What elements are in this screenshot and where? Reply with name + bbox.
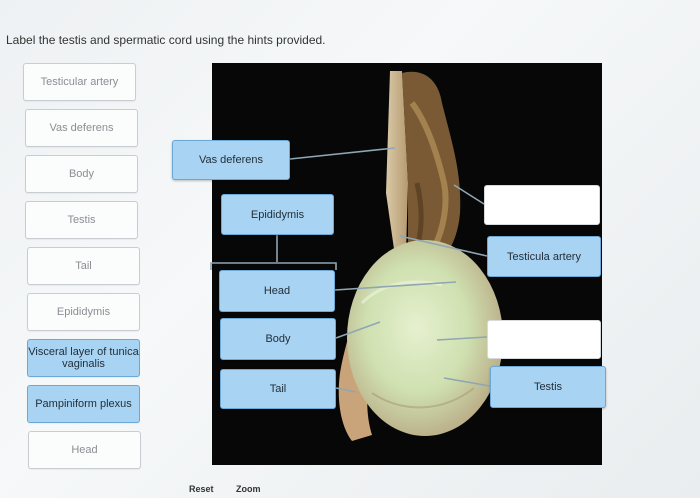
placed-label-body[interactable]: Body (220, 318, 336, 360)
zoom-button[interactable]: Zoom (236, 484, 261, 494)
placed-label-testis[interactable]: Testis (490, 366, 606, 408)
placed-label-epididymis[interactable]: Epididymis (221, 194, 334, 235)
drop-target-empty-2[interactable] (487, 320, 601, 359)
placed-label-vas-deferens[interactable]: Vas deferens (172, 140, 290, 180)
placed-label-head[interactable]: Head (219, 270, 335, 312)
reset-button[interactable]: Reset (189, 484, 214, 494)
drop-target-empty-1[interactable] (484, 185, 600, 225)
placed-label-tail[interactable]: Tail (220, 369, 336, 409)
placed-label-testicular-artery[interactable]: Testicula artery (487, 236, 601, 277)
